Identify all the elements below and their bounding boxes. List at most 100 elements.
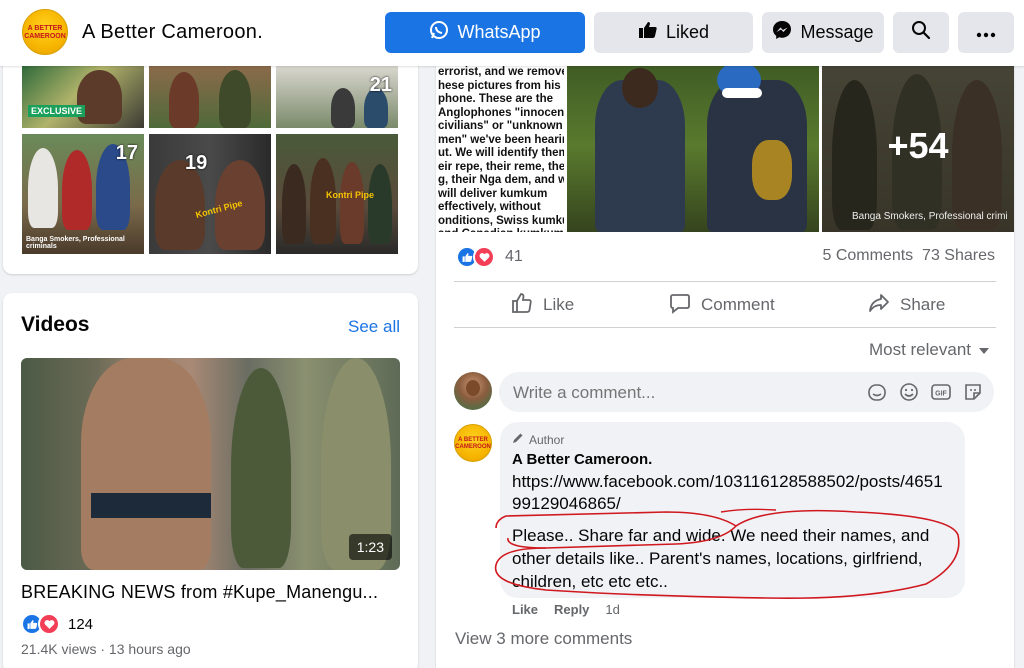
video-title[interactable]: BREAKING NEWS from #Kupe_Manengu... bbox=[21, 582, 401, 603]
image-text-line: civilians" or "unknown bbox=[438, 120, 563, 132]
photos-card: EXCLUSIVE 21 17 Banga Smokers, Professio… bbox=[3, 60, 418, 274]
avatar-sticker-icon[interactable] bbox=[867, 382, 887, 402]
photo-thumb[interactable]: 17 Banga Smokers, Professional criminals bbox=[22, 134, 144, 254]
video-reaction-count: 124 bbox=[68, 615, 94, 633]
image-text-block: errorist, and we removed hese pictures fr… bbox=[436, 60, 564, 232]
search-button[interactable] bbox=[893, 12, 949, 53]
person-figure bbox=[340, 162, 364, 244]
person-figure bbox=[331, 88, 355, 128]
person-figure bbox=[28, 148, 58, 228]
search-icon bbox=[911, 20, 931, 45]
photo-thumb[interactable]: 19 Kontri Pipe bbox=[149, 134, 271, 254]
liked-button[interactable]: Liked bbox=[594, 12, 753, 53]
video-duration: 1:23 bbox=[348, 534, 392, 560]
waistband bbox=[91, 493, 211, 518]
comment-timestamp[interactable]: 1d bbox=[605, 602, 619, 617]
video-thumbnail[interactable]: 1:23 bbox=[21, 358, 400, 570]
photo-caption: Kontri Pipe bbox=[326, 190, 375, 200]
comment-like-button[interactable]: Like bbox=[512, 602, 538, 617]
post-reactions[interactable]: 41 bbox=[456, 246, 523, 268]
video-meta: 21.4K views · 13 hours ago bbox=[21, 641, 191, 657]
page-logo-text: A BETTER CAMEROON bbox=[24, 25, 66, 40]
videos-heading: Videos bbox=[21, 313, 90, 336]
like-action-label: Like bbox=[543, 295, 575, 314]
photo-thumb[interactable] bbox=[149, 66, 271, 128]
sunglasses bbox=[722, 88, 762, 98]
image-text-line: and Canadian kumkum. bbox=[438, 228, 564, 232]
image-text-line: phone. These are the bbox=[438, 93, 554, 105]
whatsapp-button[interactable]: WhatsApp bbox=[385, 12, 585, 53]
photo-thumb[interactable]: 21 bbox=[276, 66, 398, 128]
photo-thumb[interactable]: EXCLUSIVE bbox=[22, 66, 144, 128]
commenter-avatar[interactable]: A BETTER CAMEROON bbox=[454, 424, 492, 462]
image-text-line: errorist, and we removed bbox=[438, 66, 564, 78]
photo-thumb[interactable]: Kontri Pipe bbox=[276, 134, 398, 254]
videos-card: Videos See all 1:23 BREAKING NEWS from #… bbox=[3, 293, 418, 668]
post-card: errorist, and we removed hese pictures fr… bbox=[436, 60, 1014, 668]
photo-number: 21 bbox=[369, 74, 392, 96]
person-figure bbox=[81, 358, 211, 570]
commenter-logo-text: A BETTER CAMEROON bbox=[455, 437, 491, 450]
thumbs-up-outline-icon bbox=[511, 292, 533, 319]
image-text-line: effectively, without bbox=[438, 201, 541, 213]
photo-caption: Banga Smokers, Professional criminals bbox=[26, 236, 125, 250]
see-all-link[interactable]: See all bbox=[348, 317, 400, 337]
more-photos-overlay[interactable]: +54 bbox=[822, 60, 1014, 232]
comment-author-name[interactable]: A Better Cameroon. bbox=[512, 451, 652, 468]
comment-input[interactable] bbox=[513, 383, 843, 403]
cross-pattern bbox=[752, 140, 792, 200]
image-text-line: ut. We will identify them, bbox=[438, 147, 564, 159]
comment-action-button[interactable]: Comment bbox=[669, 293, 775, 317]
comment-reply-button[interactable]: Reply bbox=[554, 602, 589, 617]
comments-shares-count[interactable]: 5 Comments 73 Shares bbox=[822, 247, 995, 265]
love-reaction-icon bbox=[38, 613, 60, 635]
comment-actions: Like Reply 1d bbox=[512, 602, 620, 617]
photo-number: 19 bbox=[185, 152, 208, 174]
person-head bbox=[622, 68, 658, 108]
image-caption: Banga Smokers, Professional crimi bbox=[852, 211, 1008, 222]
image-text-line: onditions, Swiss kumkum bbox=[438, 214, 564, 227]
view-more-comments-link[interactable]: View 3 more comments bbox=[455, 629, 632, 649]
message-button[interactable]: Message bbox=[762, 12, 884, 53]
page-avatar[interactable]: A BETTER CAMEROON bbox=[22, 9, 68, 55]
comment-link[interactable]: https://www.facebook.com/103116128588502… bbox=[512, 471, 952, 515]
emoji-icon[interactable] bbox=[899, 382, 919, 402]
share-action-label: Share bbox=[900, 295, 946, 314]
person-figure bbox=[62, 150, 92, 230]
post-image[interactable] bbox=[567, 60, 819, 232]
liked-label: Liked bbox=[665, 22, 710, 42]
page-header: A BETTER CAMEROON A Better Cameroon. Wha… bbox=[0, 0, 1024, 66]
post-image-text[interactable]: errorist, and we removed hese pictures fr… bbox=[436, 60, 564, 232]
image-text-line: g, their Nga dem, and we bbox=[438, 174, 564, 186]
message-label: Message bbox=[800, 22, 874, 42]
photo-caption: EXCLUSIVE bbox=[28, 105, 86, 117]
caret-down-icon bbox=[978, 340, 990, 360]
more-photos-count: +54 bbox=[887, 125, 949, 166]
comment-composer[interactable]: GIF bbox=[499, 372, 994, 412]
user-avatar[interactable] bbox=[454, 372, 492, 410]
photo-number: 17 bbox=[115, 142, 138, 164]
avatar-face bbox=[466, 380, 480, 396]
comment-text: Please.. Share far and wide. We need the… bbox=[512, 526, 930, 591]
gif-icon[interactable]: GIF bbox=[931, 382, 951, 402]
person-figure bbox=[368, 164, 392, 244]
video-reactions[interactable]: 124 bbox=[21, 613, 93, 635]
image-text-line: hese pictures from his bbox=[438, 79, 561, 92]
share-action-button[interactable]: Share bbox=[868, 293, 945, 317]
pencil-icon bbox=[512, 432, 524, 447]
person-figure bbox=[310, 158, 336, 244]
reaction-count: 41 bbox=[505, 248, 523, 265]
person-figure bbox=[231, 368, 291, 568]
comment-sort-dropdown[interactable]: Most relevant bbox=[869, 340, 990, 360]
page-title[interactable]: A Better Cameroon. bbox=[82, 21, 263, 44]
author-badge: Author bbox=[512, 432, 564, 447]
post-image-more[interactable]: +54 Banga Smokers, Professional crimi bbox=[822, 60, 1014, 232]
love-reaction-icon bbox=[473, 246, 495, 268]
divider bbox=[454, 281, 996, 282]
like-action-button[interactable]: Like bbox=[511, 292, 575, 319]
sticker-icon[interactable] bbox=[963, 382, 983, 402]
messenger-icon bbox=[772, 20, 792, 45]
thumbs-up-icon bbox=[638, 20, 658, 45]
image-text-line: will deliver kumkum bbox=[438, 187, 548, 200]
more-options-button[interactable] bbox=[958, 12, 1014, 53]
